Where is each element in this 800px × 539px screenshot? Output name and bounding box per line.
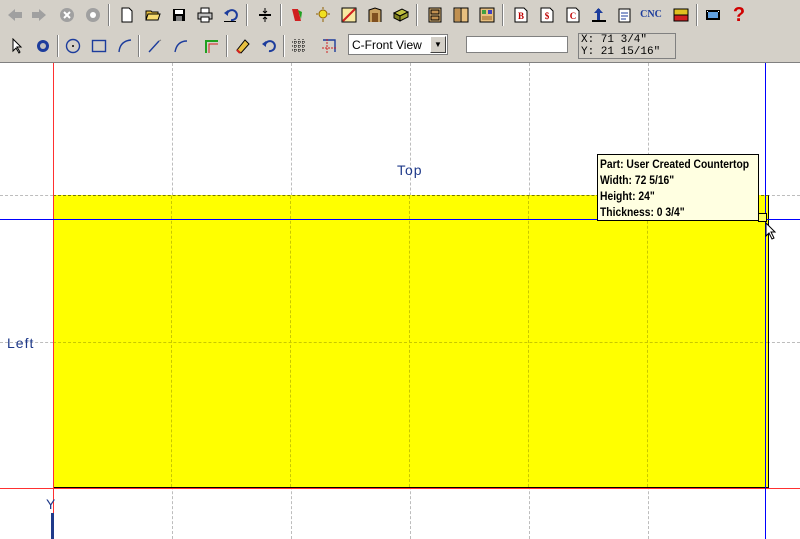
y-axis-indicator	[51, 513, 54, 539]
resize-handle[interactable]	[758, 213, 767, 222]
tooltip-height: Height: 24"	[600, 189, 655, 203]
undo-icon[interactable]	[218, 2, 244, 28]
new-file-icon[interactable]	[114, 2, 140, 28]
help-icon[interactable]: ?	[726, 2, 752, 28]
stop-icon[interactable]	[54, 2, 80, 28]
countertop-part[interactable]	[53, 195, 769, 488]
toolbar-separator	[280, 4, 282, 26]
y-coordinate: Y: 21 15/16"	[581, 46, 661, 58]
film-icon[interactable]	[700, 2, 726, 28]
layout-icon[interactable]	[668, 2, 694, 28]
toolbar-separator	[283, 35, 285, 57]
view-select[interactable]: C-Front View ▼	[348, 34, 448, 55]
zoom-view-icon[interactable]	[30, 33, 56, 59]
align-tool-icon[interactable]	[252, 2, 278, 28]
chevron-down-icon[interactable]: ▼	[430, 36, 446, 53]
measurement-input[interactable]	[466, 36, 568, 53]
printer-icon[interactable]	[192, 2, 218, 28]
svg-text:B: B	[518, 11, 524, 21]
curve-tool-icon[interactable]	[168, 33, 194, 59]
tooltip-part-name: Part: User Created Countertop	[600, 157, 750, 171]
export-icon[interactable]	[586, 2, 612, 28]
report-dollar-icon[interactable]: $	[534, 2, 560, 28]
drawing-toolbar: C-Front View ▼ X: 71 3/4" Y: 21 15/16"	[0, 31, 800, 63]
toolbar-separator	[108, 4, 110, 26]
mouse-cursor-icon	[765, 222, 777, 240]
drawing-canvas[interactable]: Top Left Part: User Created Countertop W…	[0, 63, 800, 539]
grid-toggle-icon[interactable]	[286, 33, 312, 59]
y-axis-label: Y	[46, 496, 56, 512]
back-arrow-icon[interactable]	[2, 2, 28, 28]
svg-text:$: $	[545, 11, 550, 21]
part-grid-line	[53, 342, 768, 343]
report-c-icon[interactable]: C	[560, 2, 586, 28]
origin-line-vertical	[53, 63, 54, 539]
circle-tool-icon[interactable]	[60, 33, 86, 59]
toolbar-separator	[502, 4, 504, 26]
cursor-coordinates: X: 71 3/4" Y: 21 15/16"	[578, 33, 676, 59]
undo-draw-icon[interactable]	[256, 33, 282, 59]
view-label-left: Left	[7, 335, 35, 351]
open-folder-icon[interactable]	[140, 2, 166, 28]
arc-tool-icon[interactable]	[112, 33, 138, 59]
toolbar-separator	[138, 35, 140, 57]
toolbar-separator	[57, 35, 59, 57]
base-cabinet-icon[interactable]	[422, 2, 448, 28]
svg-text:C: C	[570, 11, 577, 21]
notes-icon[interactable]	[612, 2, 638, 28]
materials-palette-icon[interactable]	[284, 2, 310, 28]
origin-line-horizontal	[0, 488, 800, 489]
panel-part-icon[interactable]	[388, 2, 414, 28]
line-tool-icon[interactable]	[142, 33, 168, 59]
rectangle-tool-icon[interactable]	[86, 33, 112, 59]
refresh-icon[interactable]	[80, 2, 106, 28]
view-select-value: C-Front View	[352, 38, 422, 52]
toolbar-separator	[226, 35, 228, 57]
view-label-top: Top	[397, 162, 423, 178]
x-coordinate: X: 71 3/4"	[581, 34, 648, 46]
forward-arrow-icon[interactable]	[26, 2, 52, 28]
crosshair-vertical	[765, 63, 766, 539]
tooltip-thickness: Thickness: 0 3/4"	[600, 205, 685, 219]
toolbar-separator	[696, 4, 698, 26]
snap-dimension-icon[interactable]	[316, 33, 342, 59]
select-arrow-icon[interactable]	[4, 33, 30, 59]
part-tooltip: Part: User Created Countertop Width: 72 …	[597, 154, 759, 221]
eraser-icon[interactable]	[230, 33, 256, 59]
wall-cabinet-icon[interactable]	[448, 2, 474, 28]
door-style-icon[interactable]	[362, 2, 388, 28]
save-disk-icon[interactable]	[166, 2, 192, 28]
main-toolbar: B $ C CNC ?	[0, 0, 800, 31]
tall-cabinet-icon[interactable]	[474, 2, 500, 28]
cnc-button[interactable]: CNC	[638, 2, 664, 28]
toolbar-separator	[416, 4, 418, 26]
corner-tool-icon[interactable]	[198, 33, 224, 59]
tooltip-width: Width: 72 5/16"	[600, 173, 675, 187]
lighting-icon[interactable]	[310, 2, 336, 28]
toolbar-separator	[246, 4, 248, 26]
report-b-icon[interactable]: B	[508, 2, 534, 28]
edge-profile-icon[interactable]	[336, 2, 362, 28]
